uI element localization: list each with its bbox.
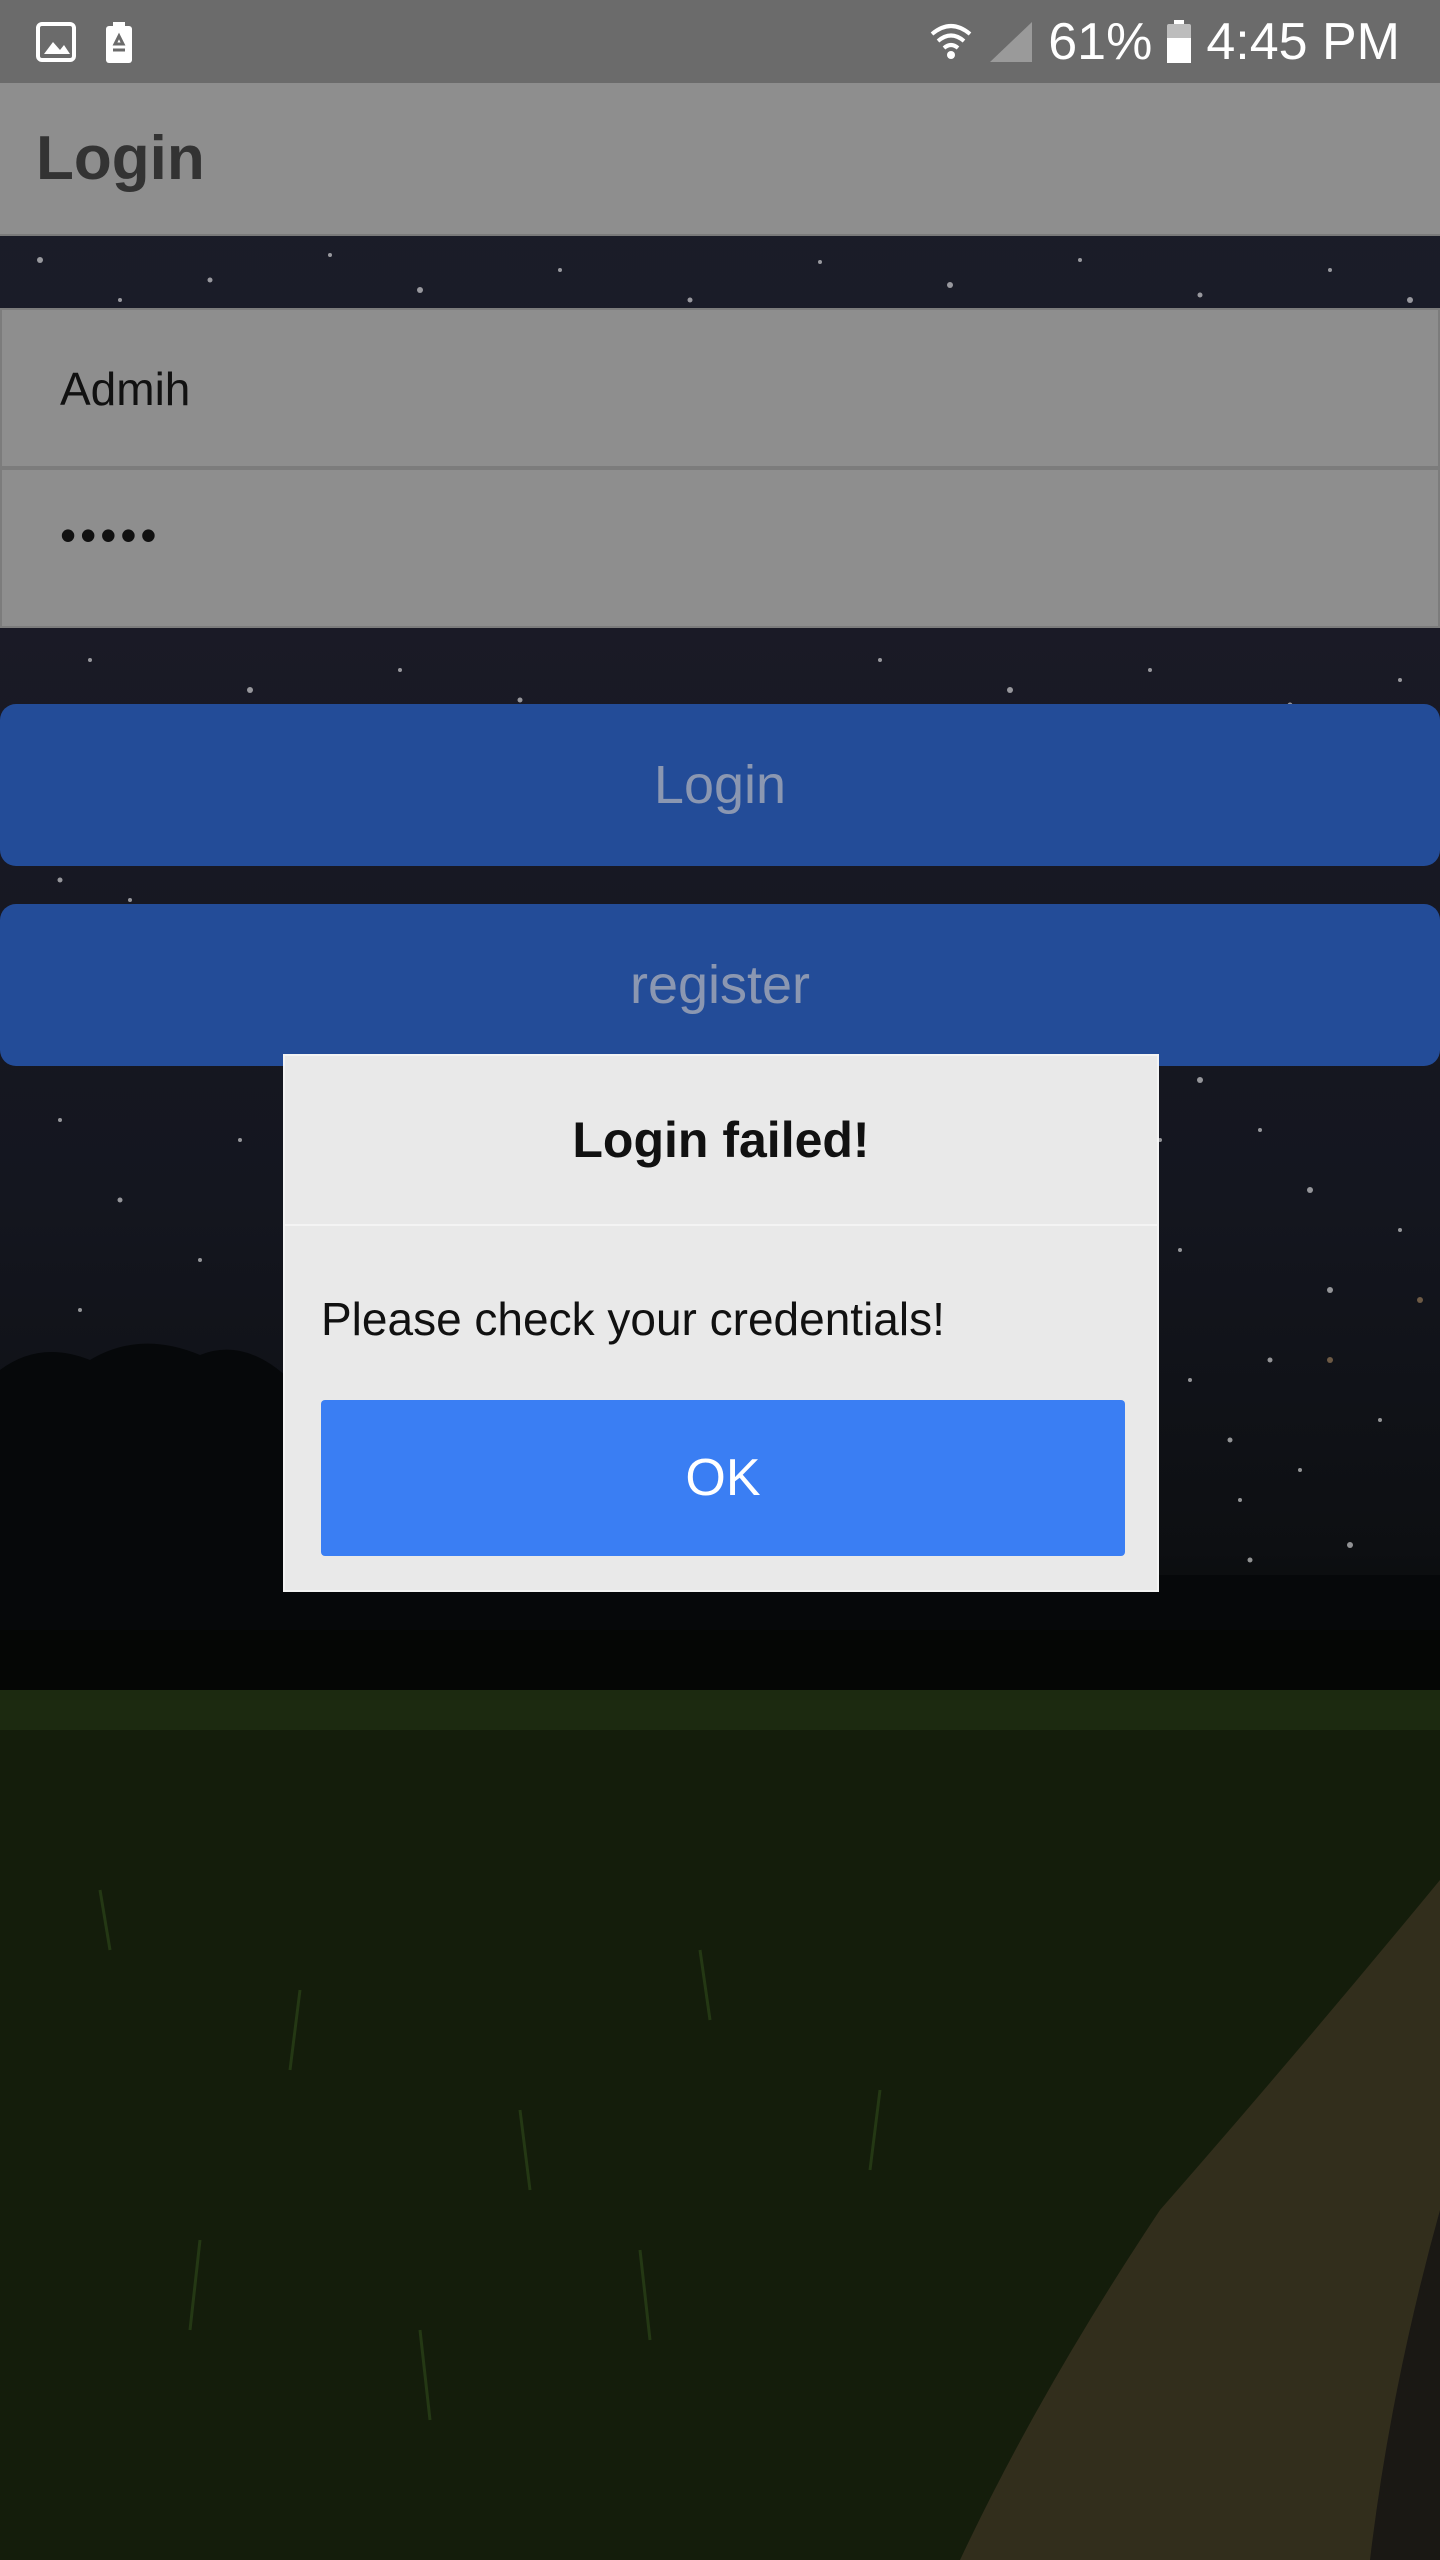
login-button-label: Login [653, 755, 787, 815]
cell-signal-icon [990, 21, 1033, 62]
dialog-title-text: Login failed! [572, 1112, 870, 1168]
password-field[interactable]: ••••• [0, 468, 1440, 628]
app-bar: Login [0, 83, 1440, 236]
username-value: Admih [60, 363, 191, 415]
clock: 4:45 PM [1206, 12, 1400, 71]
register-button[interactable]: register [0, 904, 1440, 1066]
login-button[interactable]: Login [0, 704, 1440, 866]
gallery-icon [36, 22, 76, 62]
status-bar: 61% 4:45 PM [0, 0, 1440, 83]
dialog-divider [285, 1224, 1157, 1226]
ok-button[interactable]: OK [321, 1400, 1125, 1556]
ok-button-label: OK [685, 1449, 761, 1507]
alert-dialog: Login failed! Please check your credenti… [283, 1054, 1159, 1592]
battery-saver-icon [106, 22, 132, 63]
battery-icon [1167, 19, 1192, 63]
dialog-message: Please check your credentials! [321, 1293, 945, 1345]
username-field[interactable]: Admih [0, 308, 1440, 468]
grass-field [0, 1690, 1440, 2560]
password-value: ••••• [60, 509, 161, 561]
dialog-title: Login failed! [285, 1056, 1157, 1224]
wifi-icon [930, 23, 972, 59]
battery-percent: 61% [1048, 12, 1153, 71]
register-button-label: register [629, 955, 811, 1015]
page-title: Login [36, 124, 205, 193]
